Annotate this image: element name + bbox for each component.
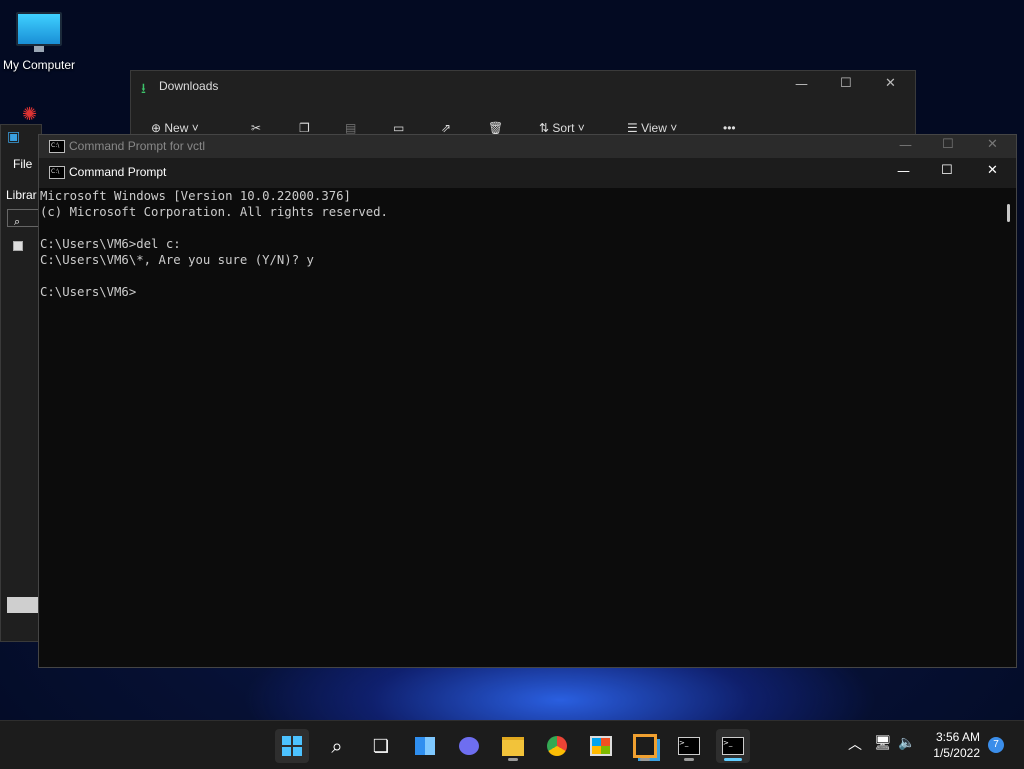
new-button[interactable]: ⊕ New ˅ xyxy=(151,121,199,135)
window-title: Command Prompt xyxy=(69,165,167,179)
cmd-window-title-bar[interactable]: C:\ Command Prompt — ☐ ✕ xyxy=(39,158,1016,188)
computer-icon xyxy=(16,12,62,52)
folder-icon xyxy=(502,736,524,756)
running-indicator xyxy=(640,758,650,761)
maximize-button[interactable]: ☐ xyxy=(942,137,954,152)
vmware-icon: ▣ xyxy=(7,129,21,145)
console-output[interactable]: Microsoft Windows [Version 10.0.22000.37… xyxy=(39,188,1016,667)
console-text: Microsoft Windows [Version 10.0.22000.37… xyxy=(40,189,388,299)
taskbar: ⌕ ❏ >_ >_ ︿ 🖥 🔈 3:56 AM 1/5/2022 7 xyxy=(0,720,1024,769)
vmware-icon xyxy=(633,734,657,758)
library-search-input[interactable]: ⌕ xyxy=(7,209,41,228)
window-title: Command Prompt for vctl xyxy=(69,139,206,153)
vmware-button[interactable] xyxy=(628,729,662,763)
delete-icon[interactable]: 🗑 xyxy=(488,121,503,135)
search-icon: ⌕ xyxy=(331,734,343,758)
minimize-button[interactable]: — xyxy=(899,138,912,153)
widgets-button[interactable] xyxy=(408,729,442,763)
running-indicator xyxy=(508,758,518,761)
desktop-icon-my-computer[interactable]: My Computer xyxy=(0,8,78,72)
close-button[interactable]: ✕ xyxy=(885,76,896,91)
terminal-icon: C:\ xyxy=(49,166,65,179)
paste-icon[interactable]: ▤ xyxy=(345,121,356,135)
chat-icon xyxy=(459,737,479,755)
volume-icon[interactable]: 🔈 xyxy=(898,735,915,751)
plus-icon: ⊕ xyxy=(151,121,165,135)
start-button[interactable] xyxy=(275,729,309,763)
search-icon: ⌕ xyxy=(14,215,21,228)
library-label: Librar xyxy=(6,188,37,202)
sort-icon: ⇅ xyxy=(539,121,553,135)
search-button[interactable]: ⌕ xyxy=(320,729,354,763)
copy-icon[interactable]: ❐ xyxy=(299,121,310,135)
clock[interactable]: 3:56 AM 1/5/2022 xyxy=(933,729,980,761)
terminal-icon: C:\ xyxy=(49,140,65,153)
sort-button[interactable]: ⇅ Sort ˅ xyxy=(539,121,585,135)
running-indicator xyxy=(684,758,694,761)
desktop-icon-label: My Computer xyxy=(2,58,76,72)
maximize-button[interactable]: ☐ xyxy=(840,76,852,91)
download-icon: ⭳ xyxy=(141,81,146,97)
minimize-button[interactable]: — xyxy=(795,77,808,92)
view-button[interactable]: ☰ View ˅ xyxy=(627,121,677,135)
task-view-icon: ❏ xyxy=(372,735,390,757)
tree-expand-icon[interactable] xyxy=(13,241,23,251)
minimize-button[interactable]: — xyxy=(897,164,910,179)
horizontal-scrollbar[interactable] xyxy=(7,597,41,613)
share-icon[interactable]: ⇗ xyxy=(441,121,451,135)
file-explorer-button[interactable] xyxy=(496,729,530,763)
cmd-button[interactable]: >_ xyxy=(716,729,750,763)
notification-badge[interactable]: 7 xyxy=(988,737,1004,753)
store-button[interactable] xyxy=(584,729,618,763)
close-button[interactable]: ✕ xyxy=(987,137,998,152)
store-icon xyxy=(590,736,612,756)
cmd-vctl-button[interactable]: >_ xyxy=(672,729,706,763)
widgets-icon xyxy=(415,737,435,755)
chrome-button[interactable] xyxy=(540,729,574,763)
app-shortcut-icon[interactable]: ✺ xyxy=(22,104,50,125)
cmd-window-vctl: C:\ Command Prompt for vctl — ☐ ✕ C:\ Co… xyxy=(38,134,1017,668)
chat-button[interactable] xyxy=(452,729,486,763)
terminal-icon: >_ xyxy=(678,737,700,755)
vmware-window: ▣ File Librar ⌕ xyxy=(0,124,42,642)
window-title: Downloads xyxy=(159,79,219,93)
windows-logo-icon xyxy=(282,736,302,756)
clock-time: 3:56 AM xyxy=(935,730,980,744)
vertical-scrollbar[interactable] xyxy=(1007,204,1010,222)
active-indicator xyxy=(724,758,742,761)
chrome-icon xyxy=(547,736,567,756)
show-hidden-icons-chevron-icon[interactable]: ︿ xyxy=(848,734,862,754)
view-icon: ☰ xyxy=(627,121,642,135)
network-icon[interactable]: 🖥 xyxy=(874,735,892,751)
menu-file[interactable]: File xyxy=(13,157,32,171)
task-view-button[interactable]: ❏ xyxy=(364,729,398,763)
maximize-button[interactable]: ☐ xyxy=(941,163,953,178)
rename-icon[interactable]: ▭ xyxy=(393,121,404,135)
cut-icon[interactable]: ✂ xyxy=(251,121,261,135)
close-button[interactable]: ✕ xyxy=(987,163,998,178)
more-icon[interactable]: ••• xyxy=(723,121,736,135)
clock-date: 1/5/2022 xyxy=(933,746,980,760)
terminal-icon: >_ xyxy=(722,737,744,755)
